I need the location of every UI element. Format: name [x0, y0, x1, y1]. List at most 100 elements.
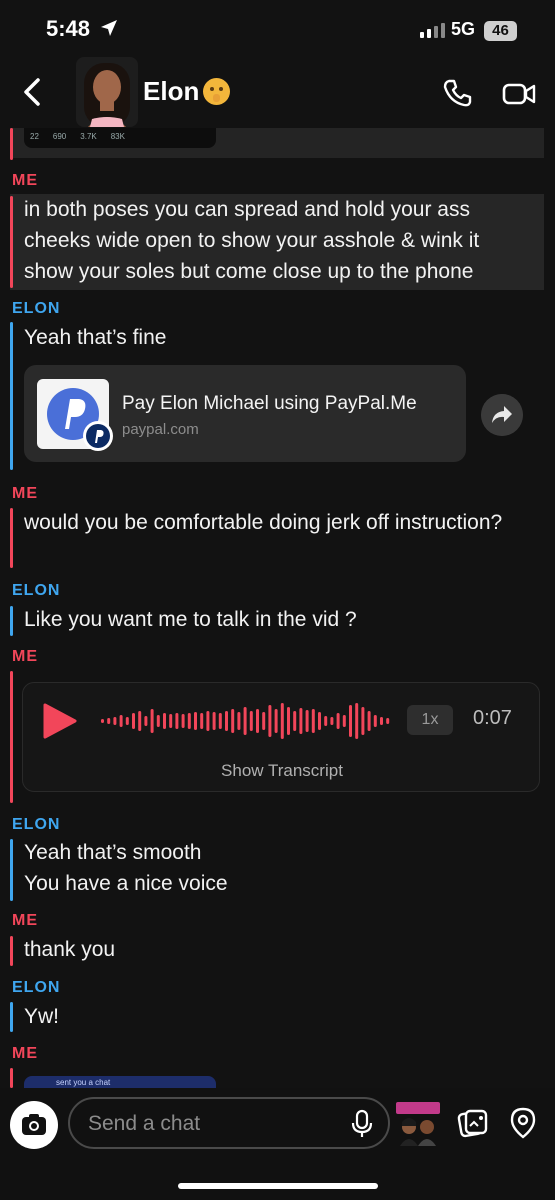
waveform-bar: [150, 709, 154, 733]
waveform-bar: [299, 708, 303, 734]
chat-input[interactable]: [68, 1097, 390, 1149]
waveform-bar: [293, 711, 297, 731]
waveform-bar: [373, 715, 377, 727]
contact-name[interactable]: Elon: [143, 76, 231, 107]
message-bar-me: [10, 936, 13, 966]
sender-label-elon: ELON: [12, 979, 61, 996]
audio-waveform[interactable]: [101, 701, 401, 741]
waveform-bar: [206, 711, 210, 731]
sender-label-me: ME: [12, 912, 38, 929]
message-text[interactable]: Yeah that’s smooth You have a nice voice: [24, 837, 228, 899]
back-chevron-icon[interactable]: [18, 74, 48, 110]
waveform-bar: [107, 718, 111, 724]
sender-label-elon: ELON: [12, 816, 61, 833]
waveform-bar: [268, 705, 272, 737]
waveform-bar: [218, 713, 222, 729]
message-bar-me: [10, 128, 13, 160]
location-pin-icon[interactable]: [509, 1107, 537, 1139]
waveform-bar: [386, 718, 390, 724]
message-text[interactable]: Yw!: [24, 1001, 59, 1032]
waveform-bar: [243, 707, 247, 735]
waveform-bar: [231, 709, 235, 733]
retweets-count: 690: [52, 132, 67, 141]
gallery-icon[interactable]: [456, 1107, 488, 1139]
camera-icon: [22, 1114, 46, 1135]
paypal-link-card[interactable]: Pay Elon Michael using PayPal.Me paypal.…: [24, 365, 466, 462]
message-text[interactable]: would you be comfortable doing jerk off …: [24, 507, 504, 538]
waveform-bar: [256, 709, 259, 733]
composer-bar: [0, 1088, 555, 1200]
battery-indicator: 46: [484, 21, 517, 41]
waveform-bar: [355, 703, 359, 739]
bitmoji-sticker-button[interactable]: [394, 1100, 442, 1148]
shared-post-stats[interactable]: 22 690 3.7K 83K: [24, 128, 216, 148]
playback-speed-button[interactable]: 1x: [407, 705, 453, 735]
play-icon[interactable]: [41, 703, 77, 739]
waveform-bar: [138, 711, 142, 731]
waveform-bar: [249, 711, 253, 731]
shushing-emoji-icon: [203, 78, 231, 105]
chat-thread[interactable]: 22 690 3.7K 83K ME in both poses you can…: [0, 128, 555, 1088]
message-text[interactable]: thank you: [24, 934, 115, 965]
home-indicator: [178, 1183, 378, 1189]
location-arrow-icon: [101, 20, 117, 36]
message-bar-elon: [10, 322, 13, 470]
waveform-bar: [330, 717, 334, 725]
link-title: Pay Elon Michael using PayPal.Me: [122, 393, 417, 414]
sender-label-me: ME: [12, 1045, 38, 1062]
waveform-bar: [175, 713, 179, 729]
likes-count: 3.7K: [80, 132, 97, 141]
waveform-bar: [169, 714, 173, 728]
sender-label-elon: ELON: [12, 582, 61, 599]
waveform-bar: [342, 715, 346, 727]
contact-name-label: Elon: [143, 76, 200, 106]
network-label: 5G: [451, 19, 476, 39]
waveform-bar: [367, 711, 371, 731]
message-bar-me: [10, 508, 13, 568]
video-call-icon[interactable]: [502, 80, 536, 108]
message-text[interactable]: Like you want me to talk in the vid ?: [24, 604, 357, 635]
waveform-bar: [132, 713, 135, 729]
paypal-badge-icon: [83, 421, 113, 451]
waveform-bar: [336, 713, 340, 729]
status-bar: 5:48 5G 46: [0, 0, 555, 64]
signal-bars-icon: [420, 23, 445, 38]
mic-icon[interactable]: [350, 1109, 374, 1139]
phone-icon[interactable]: [442, 78, 472, 108]
camera-button[interactable]: [10, 1101, 58, 1149]
sender-label-me: ME: [12, 172, 38, 189]
waveform-bar: [156, 715, 160, 727]
show-transcript-button[interactable]: Show Transcript: [23, 761, 541, 781]
waveform-bar: [125, 717, 129, 725]
views-count: 83K: [110, 132, 125, 141]
voice-note-card[interactable]: 1x 0:07 Show Transcript: [22, 682, 540, 792]
waveform-bar: [274, 709, 278, 733]
chat-input-field[interactable]: [88, 1111, 328, 1137]
message-bar-me: [10, 671, 13, 803]
waveform-bar: [187, 713, 191, 729]
waveform-bar: [361, 707, 365, 735]
waveform-bar: [225, 711, 228, 731]
message-text[interactable]: in both poses you can spread and hold yo…: [24, 194, 534, 287]
snap-preview[interactable]: sent you a chat: [24, 1076, 216, 1088]
share-arrow-icon[interactable]: [481, 394, 523, 436]
sender-label-me: ME: [12, 648, 38, 665]
avatar[interactable]: [76, 57, 138, 127]
waveform-bar: [181, 714, 185, 728]
message-bar-elon: [10, 1002, 13, 1032]
waveform-bar: [262, 712, 266, 730]
waveform-bar: [163, 713, 166, 729]
waveform-bar: [349, 705, 352, 737]
waveform-bar: [237, 712, 241, 730]
waveform-bar: [311, 709, 315, 733]
message-bar-elon: [10, 606, 13, 636]
link-domain: paypal.com: [122, 421, 199, 438]
waveform-bar: [280, 703, 284, 739]
sender-label-elon: ELON: [12, 300, 61, 317]
waveform-bar: [113, 717, 117, 725]
waveform-bar: [324, 716, 328, 726]
waveform-bar: [305, 710, 309, 732]
snap-preview-text: sent you a chat: [56, 1078, 111, 1087]
waveform-bar: [101, 719, 104, 723]
message-text[interactable]: Yeah that’s fine: [24, 322, 166, 353]
